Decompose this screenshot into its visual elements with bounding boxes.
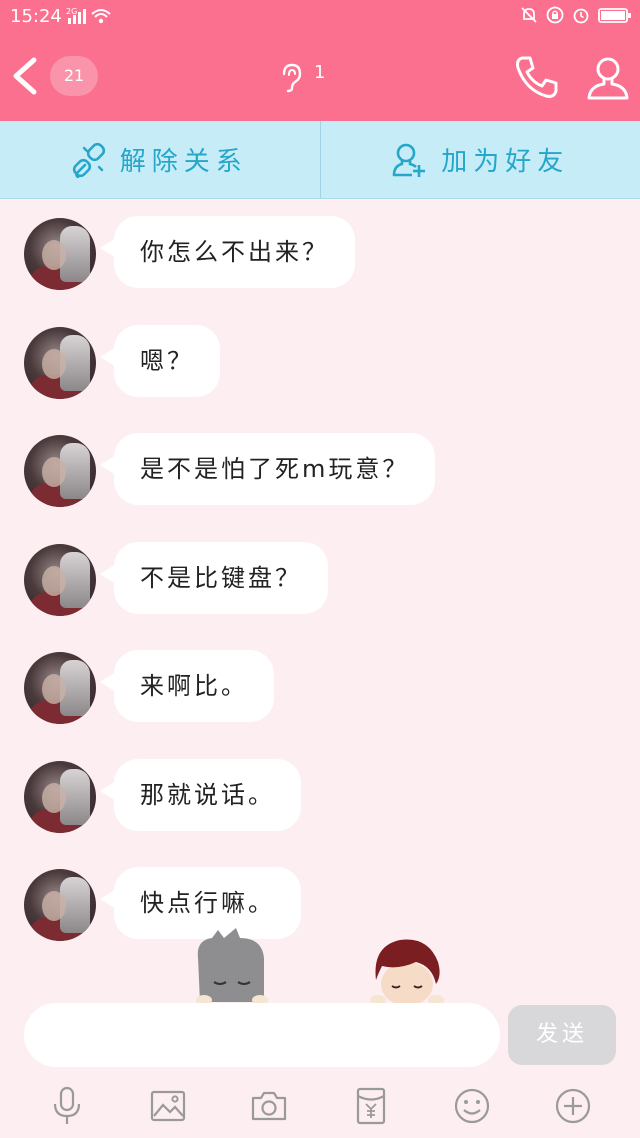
unbind-label: 解除关系 bbox=[119, 147, 248, 177]
person-icon bbox=[587, 57, 629, 100]
status-icons bbox=[520, 6, 632, 24]
message-row: 你怎么不出来？ bbox=[0, 216, 640, 296]
microphone-icon bbox=[53, 1086, 80, 1124]
add-friend-label: 加为好友 bbox=[441, 147, 570, 177]
message-bubble[interactable]: 你怎么不出来？ bbox=[100, 216, 355, 288]
message-row: 那就说话。 bbox=[0, 759, 640, 839]
relationship-action-bar: 解除关系 加为好友 bbox=[0, 121, 640, 199]
message-bubble[interactable]: 那就说话。 bbox=[100, 759, 301, 831]
message-row: 快点行嘛。 bbox=[0, 867, 640, 947]
alarm-icon bbox=[573, 8, 589, 24]
emoji-icon bbox=[454, 1088, 490, 1124]
network-type: 2G bbox=[66, 7, 77, 16]
message-row: 嗯？ bbox=[0, 325, 640, 405]
phone-icon bbox=[516, 56, 558, 98]
voice-button[interactable] bbox=[46, 1085, 88, 1127]
chat-header: 21 1 bbox=[0, 40, 640, 112]
message-input[interactable] bbox=[24, 1003, 500, 1067]
avatar[interactable] bbox=[24, 327, 96, 399]
listener-count: 1 bbox=[314, 62, 326, 83]
profile-button[interactable] bbox=[584, 54, 632, 102]
message-row: 来啊比。 bbox=[0, 650, 640, 730]
message-bubble[interactable]: 来啊比。 bbox=[100, 650, 274, 722]
back-button[interactable] bbox=[6, 54, 46, 98]
emoji-button[interactable] bbox=[451, 1085, 493, 1127]
gray-character-mascot bbox=[192, 928, 272, 1005]
broken-link-icon bbox=[72, 142, 105, 178]
image-button[interactable] bbox=[147, 1085, 189, 1127]
avatar[interactable] bbox=[24, 218, 96, 290]
message-row: 是不是怕了死m玩意？ bbox=[0, 433, 640, 513]
status-bar: 15:24 2G bbox=[0, 0, 640, 32]
add-friend-button[interactable]: 加为好友 bbox=[319, 121, 640, 198]
avatar[interactable] bbox=[24, 869, 96, 941]
unread-badge[interactable]: 21 bbox=[50, 56, 98, 96]
image-icon bbox=[150, 1090, 186, 1122]
unbind-button[interactable]: 解除关系 bbox=[0, 121, 320, 198]
battery-icon bbox=[598, 8, 631, 23]
call-button[interactable] bbox=[512, 54, 560, 100]
avatar[interactable] bbox=[24, 652, 96, 724]
red-packet-button[interactable] bbox=[350, 1085, 392, 1127]
message-bubble[interactable]: 嗯？ bbox=[100, 325, 220, 397]
add-person-icon bbox=[392, 143, 426, 177]
boy-character-mascot bbox=[368, 936, 446, 1006]
send-button[interactable]: 发送 bbox=[508, 1005, 616, 1065]
top-bar: 15:24 2G 21 1 bbox=[0, 0, 640, 121]
composer: 发送 bbox=[0, 1003, 640, 1069]
rotation-lock-icon bbox=[546, 6, 564, 24]
red-packet-icon bbox=[356, 1087, 385, 1125]
message-row: 不是比键盘？ bbox=[0, 542, 640, 622]
plus-icon bbox=[556, 1088, 591, 1124]
ear-icon bbox=[278, 62, 304, 94]
camera-icon bbox=[252, 1091, 287, 1121]
message-bubble[interactable]: 是不是怕了死m玩意？ bbox=[99, 433, 436, 505]
avatar[interactable] bbox=[24, 435, 96, 507]
chevron-left-icon bbox=[13, 57, 37, 95]
mute-bell-icon bbox=[521, 7, 537, 23]
camera-button[interactable] bbox=[248, 1085, 290, 1127]
avatar[interactable] bbox=[24, 544, 96, 616]
more-button[interactable] bbox=[552, 1085, 594, 1127]
status-time: 15:24 bbox=[10, 6, 62, 27]
bottom-toolbar bbox=[0, 1076, 640, 1136]
message-bubble[interactable]: 不是比键盘？ bbox=[100, 542, 328, 614]
signal-icon: 2G bbox=[66, 6, 112, 30]
avatar[interactable] bbox=[24, 761, 96, 833]
